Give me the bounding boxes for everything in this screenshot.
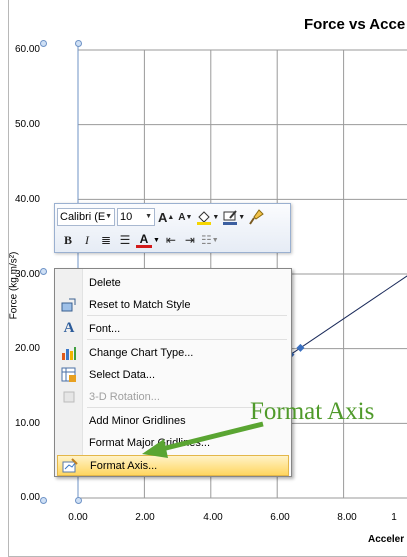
annotation-arrow bbox=[142, 421, 264, 458]
